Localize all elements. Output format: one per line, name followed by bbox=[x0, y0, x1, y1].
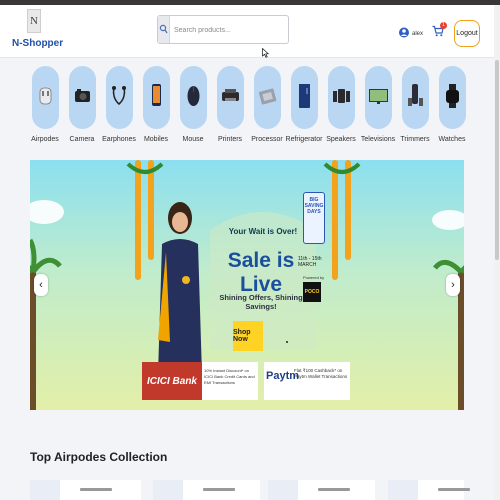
category-image[interactable] bbox=[327, 66, 355, 129]
banner-dot bbox=[286, 341, 288, 343]
product-card[interactable] bbox=[268, 480, 375, 500]
category-image[interactable] bbox=[105, 66, 133, 129]
navbar: N N-Shopper alex 1 Logout bbox=[0, 5, 494, 58]
category-image[interactable] bbox=[364, 66, 392, 129]
bank-logo: ICICI Bank bbox=[142, 362, 202, 400]
category-camera[interactable]: Camera bbox=[67, 66, 97, 143]
category-processor[interactable]: Processor bbox=[251, 66, 283, 143]
wallet-offer: Paytm Flat ₹100 Cashback* on Paytm Walle… bbox=[264, 362, 350, 400]
product-name-placeholder bbox=[318, 488, 350, 491]
section-title: Top Airpodes Collection bbox=[30, 450, 168, 464]
user-name[interactable]: alex bbox=[412, 31, 423, 37]
product-name-placeholder bbox=[80, 488, 112, 491]
mouse-icon bbox=[187, 86, 199, 106]
product-name-placeholder bbox=[203, 488, 235, 491]
trimmer-icon bbox=[407, 84, 423, 106]
category-speakers[interactable]: Speakers bbox=[326, 66, 356, 143]
search-bar bbox=[157, 15, 289, 44]
category-televisions[interactable]: Televisions bbox=[361, 66, 395, 143]
category-trimmers[interactable]: Trimmers bbox=[400, 66, 430, 143]
category-image[interactable] bbox=[438, 66, 466, 129]
product-image[interactable] bbox=[388, 480, 418, 500]
logo-mark[interactable]: N bbox=[27, 9, 41, 33]
product-image[interactable] bbox=[153, 480, 183, 500]
search-input[interactable] bbox=[172, 20, 288, 40]
mouse-cursor-icon bbox=[262, 48, 269, 58]
banner-next-button[interactable]: › bbox=[446, 274, 460, 296]
speaker-icon bbox=[332, 89, 350, 103]
category-printers[interactable]: Printers bbox=[215, 66, 245, 143]
category-image[interactable] bbox=[401, 66, 429, 129]
wallet-offer-text: Flat ₹100 Cashback* on Paytm Wallet Tran… bbox=[294, 368, 348, 379]
banner-prev-button[interactable]: ‹ bbox=[34, 274, 48, 296]
category-label: Watches bbox=[438, 136, 466, 143]
product-card[interactable] bbox=[388, 480, 470, 500]
category-image[interactable] bbox=[253, 66, 281, 129]
product-name-placeholder bbox=[438, 488, 470, 491]
logout-button[interactable]: Logout bbox=[454, 20, 480, 47]
banner-tagline: Shining Offers, Shining Savings! bbox=[219, 293, 303, 311]
scrollbar-thumb[interactable] bbox=[495, 60, 499, 260]
category-mouse[interactable]: Mouse bbox=[178, 66, 208, 143]
category-image[interactable] bbox=[68, 66, 96, 129]
category-image[interactable] bbox=[142, 66, 170, 129]
mobile-icon bbox=[151, 84, 161, 106]
product-image[interactable] bbox=[268, 480, 298, 500]
powered-by-label: Powered by bbox=[303, 275, 325, 280]
promo-banner[interactable]: ‹ › Your Wait is Over! Sale is Live Shin… bbox=[30, 160, 464, 410]
user-avatar-icon[interactable] bbox=[399, 27, 409, 38]
sale-dates: 11th - 15th MARCH bbox=[298, 256, 322, 268]
watch-icon bbox=[445, 84, 459, 108]
big-saving-days-badge: BIG SAVING DAYS bbox=[303, 192, 325, 244]
category-image[interactable] bbox=[290, 66, 318, 129]
category-watches[interactable]: Watches bbox=[437, 66, 467, 143]
category-image[interactable] bbox=[179, 66, 207, 129]
refrigerator-icon bbox=[298, 84, 310, 108]
category-strip: Airpodes Camera Earphones Mobiles Mouse … bbox=[30, 66, 466, 150]
processor-icon bbox=[258, 88, 276, 105]
television-icon bbox=[368, 89, 388, 104]
cart-count-badge: 1 bbox=[440, 22, 447, 29]
bank-offer: ICICI Bank 10% Instant Discount* on ICIC… bbox=[142, 362, 258, 400]
earphones-icon bbox=[111, 86, 126, 105]
category-refrigerator[interactable]: Refrigerator bbox=[286, 66, 322, 143]
printer-icon bbox=[221, 89, 239, 101]
category-airpodes[interactable]: Airpodes bbox=[30, 66, 60, 143]
airpods-icon bbox=[39, 87, 51, 105]
sponsor-logo: POCO bbox=[303, 282, 321, 302]
product-image[interactable] bbox=[30, 480, 60, 500]
bank-offer-text: 10% Instant Discount* on ICICI Bank Cred… bbox=[204, 368, 255, 385]
product-card[interactable] bbox=[153, 480, 260, 500]
camera-icon bbox=[74, 89, 90, 102]
category-earphones[interactable]: Earphones bbox=[102, 66, 136, 143]
brand-name[interactable]: N-Shopper bbox=[12, 38, 63, 49]
banner-subheadline: Your Wait is Over! bbox=[228, 227, 298, 236]
category-mobiles[interactable]: Mobiles bbox=[141, 66, 171, 143]
category-image[interactable] bbox=[216, 66, 244, 129]
product-card[interactable] bbox=[30, 480, 141, 500]
search-icon[interactable] bbox=[158, 16, 170, 43]
shop-now-button[interactable]: Shop Now bbox=[233, 321, 263, 351]
category-image[interactable] bbox=[31, 66, 59, 129]
